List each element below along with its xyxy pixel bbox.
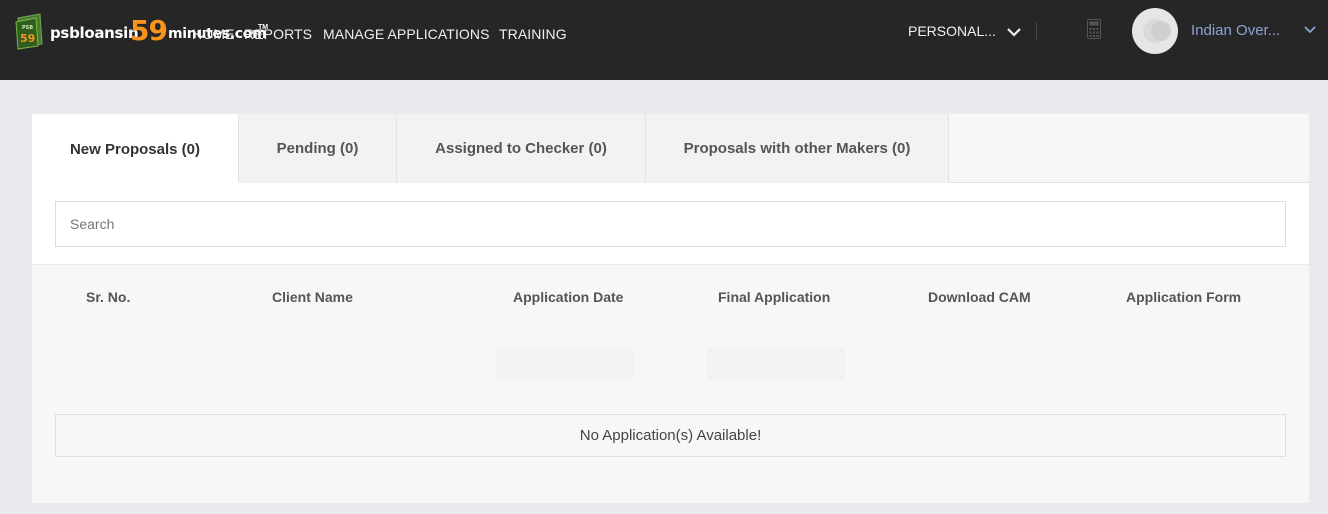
column-header-application-date: Application Date bbox=[513, 289, 624, 305]
svg-text:PSB: PSB bbox=[22, 25, 33, 31]
proposal-tabs: New Proposals (0) Pending (0) Assigned t… bbox=[32, 114, 1309, 184]
nav-divider bbox=[1036, 22, 1037, 40]
tab-assigned-to-checker[interactable]: Assigned to Checker (0) bbox=[397, 114, 646, 183]
top-navbar: PSB 59 psbloansin 59 minutes.com TM HOME… bbox=[0, 0, 1328, 80]
search-section bbox=[32, 183, 1309, 265]
calculator-icon[interactable] bbox=[1087, 19, 1101, 39]
column-header-sr-no: Sr. No. bbox=[86, 289, 131, 305]
empty-state-message: No Application(s) Available! bbox=[55, 414, 1286, 457]
tab-proposals-other-makers[interactable]: Proposals with other Makers (0) bbox=[646, 114, 949, 183]
column-header-final-application: Final Application bbox=[718, 289, 831, 305]
nav-item-training[interactable]: TRAINING bbox=[499, 26, 567, 42]
svg-text:59: 59 bbox=[20, 32, 35, 45]
user-name[interactable]: Indian Over... bbox=[1191, 22, 1280, 39]
chevron-down-icon[interactable] bbox=[1303, 25, 1317, 35]
proposals-card: New Proposals (0) Pending (0) Assigned t… bbox=[32, 114, 1309, 503]
nav-item-home[interactable]: HOME bbox=[192, 26, 234, 42]
column-header-download-cam: Download CAM bbox=[928, 289, 1031, 305]
tab-pending[interactable]: Pending (0) bbox=[239, 114, 397, 183]
persona-dropdown-label: PERSONAL... bbox=[908, 23, 996, 39]
tab-new-proposals[interactable]: New Proposals (0) bbox=[32, 114, 239, 184]
chevron-down-icon bbox=[1007, 28, 1021, 37]
column-header-application-form: Application Form bbox=[1126, 289, 1242, 305]
brand-badge-icon: PSB 59 bbox=[15, 13, 43, 50]
brand-name-part1: psbloansin bbox=[50, 24, 139, 42]
avatar-placeholder-shadow bbox=[1151, 21, 1171, 41]
brand-name-number: 59 bbox=[130, 14, 168, 47]
user-avatar[interactable] bbox=[1132, 8, 1178, 54]
loading-placeholder bbox=[707, 349, 845, 379]
search-input[interactable] bbox=[55, 201, 1286, 247]
loading-placeholder bbox=[496, 349, 634, 379]
column-header-client-name: Client Name bbox=[272, 289, 353, 305]
nav-item-reports[interactable]: REPORTS bbox=[244, 26, 312, 42]
nav-item-manage-applications[interactable]: MANAGE APPLICATIONS bbox=[323, 26, 490, 42]
table-header: Sr. No. Client Name Application Date Fin… bbox=[32, 265, 1309, 327]
persona-dropdown[interactable]: PERSONAL... bbox=[908, 23, 1022, 39]
